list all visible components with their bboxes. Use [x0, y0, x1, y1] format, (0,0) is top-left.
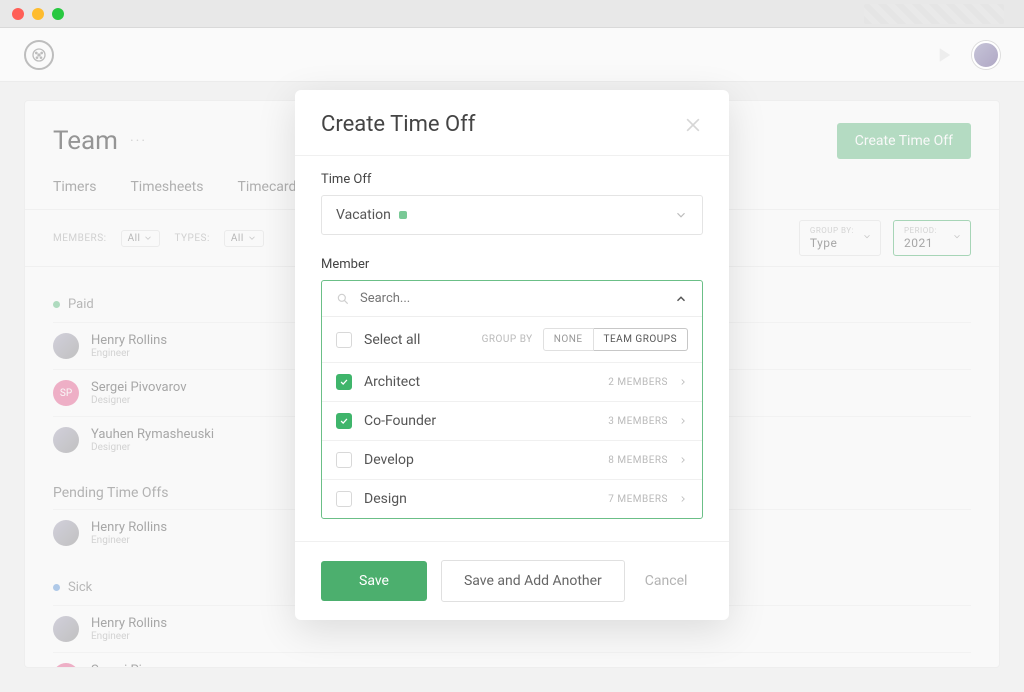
save-and-add-another-button[interactable]: Save and Add Another — [441, 560, 625, 602]
topbar — [0, 28, 1024, 82]
close-icon[interactable] — [683, 115, 703, 135]
checkbox[interactable] — [336, 413, 352, 429]
chevron-down-icon — [674, 208, 688, 222]
avatar — [53, 427, 79, 453]
avatar — [53, 333, 79, 359]
search-icon — [336, 292, 350, 306]
checkbox[interactable] — [336, 374, 352, 390]
cancel-button[interactable]: Cancel — [645, 573, 688, 589]
vacation-color-swatch — [399, 211, 407, 219]
group-row[interactable]: Develop 8 MEMBERS — [322, 441, 702, 480]
filter-members-value[interactable]: All — [121, 230, 161, 247]
notification-icon[interactable] — [936, 46, 954, 64]
seg-none[interactable]: NONE — [543, 328, 594, 351]
seg-team-groups[interactable]: TEAM GROUPS — [594, 328, 688, 351]
window-close-dot[interactable] — [12, 8, 24, 20]
group-row[interactable]: Co-Founder 3 MEMBERS — [322, 402, 702, 441]
time-off-label: Time Off — [321, 172, 703, 187]
period-select[interactable]: PERIOD: 2021 — [893, 220, 971, 256]
page-title-more-icon[interactable]: ··· — [130, 133, 147, 149]
filter-types-value[interactable]: All — [224, 230, 264, 247]
chevron-right-icon — [678, 416, 688, 426]
filter-members-label: MEMBERS: — [53, 233, 107, 244]
filter-types-label: TYPES: — [174, 233, 209, 244]
chevron-down-icon — [862, 232, 872, 245]
checkbox[interactable] — [336, 491, 352, 507]
chevron-down-icon — [952, 232, 962, 245]
time-off-select[interactable]: Vacation — [321, 195, 703, 235]
chevron-up-icon[interactable] — [674, 292, 688, 306]
member-label: Member — [321, 257, 703, 272]
member-search-input[interactable] — [360, 291, 664, 306]
chevron-right-icon — [678, 455, 688, 465]
window-minimize-dot[interactable] — [32, 8, 44, 20]
page-title: Team — [53, 126, 118, 156]
checkbox[interactable] — [336, 332, 352, 348]
app-logo[interactable] — [24, 40, 54, 70]
tab-timecards[interactable]: Timecards — [238, 179, 304, 195]
chevron-right-icon — [678, 377, 688, 387]
create-time-off-modal: Create Time Off Time Off Vacation Member… — [295, 90, 729, 620]
avatar — [53, 616, 79, 642]
window-zoom-dot[interactable] — [52, 8, 64, 20]
chevron-right-icon — [678, 494, 688, 504]
avatar: SP — [53, 380, 79, 406]
tab-timesheets[interactable]: Timesheets — [130, 179, 203, 195]
modal-title: Create Time Off — [321, 112, 475, 137]
groupby-select[interactable]: GROUP BY: Type — [799, 220, 881, 256]
checkbox[interactable] — [336, 452, 352, 468]
avatar — [53, 520, 79, 546]
groupby-label: GROUP BY — [482, 334, 533, 345]
member-dropdown: Select all GROUP BY NONE TEAM GROUPS Arc… — [321, 280, 703, 519]
list-item[interactable]: SP Sergei PivovarovDesigner 2Apr 19 - Ap… — [53, 652, 971, 668]
group-row[interactable]: Architect 2 MEMBERS — [322, 363, 702, 402]
avatar: SP — [53, 663, 79, 668]
tab-timers[interactable]: Timers — [53, 179, 96, 195]
user-avatar[interactable] — [972, 41, 1000, 69]
groupby-segmented: NONE TEAM GROUPS — [543, 328, 688, 351]
group-row[interactable]: Design 7 MEMBERS — [322, 480, 702, 518]
create-time-off-button[interactable]: Create Time Off — [837, 123, 971, 159]
browser-chrome — [0, 0, 1024, 28]
select-all-row[interactable]: Select all GROUP BY NONE TEAM GROUPS — [322, 317, 702, 363]
save-button[interactable]: Save — [321, 561, 427, 601]
